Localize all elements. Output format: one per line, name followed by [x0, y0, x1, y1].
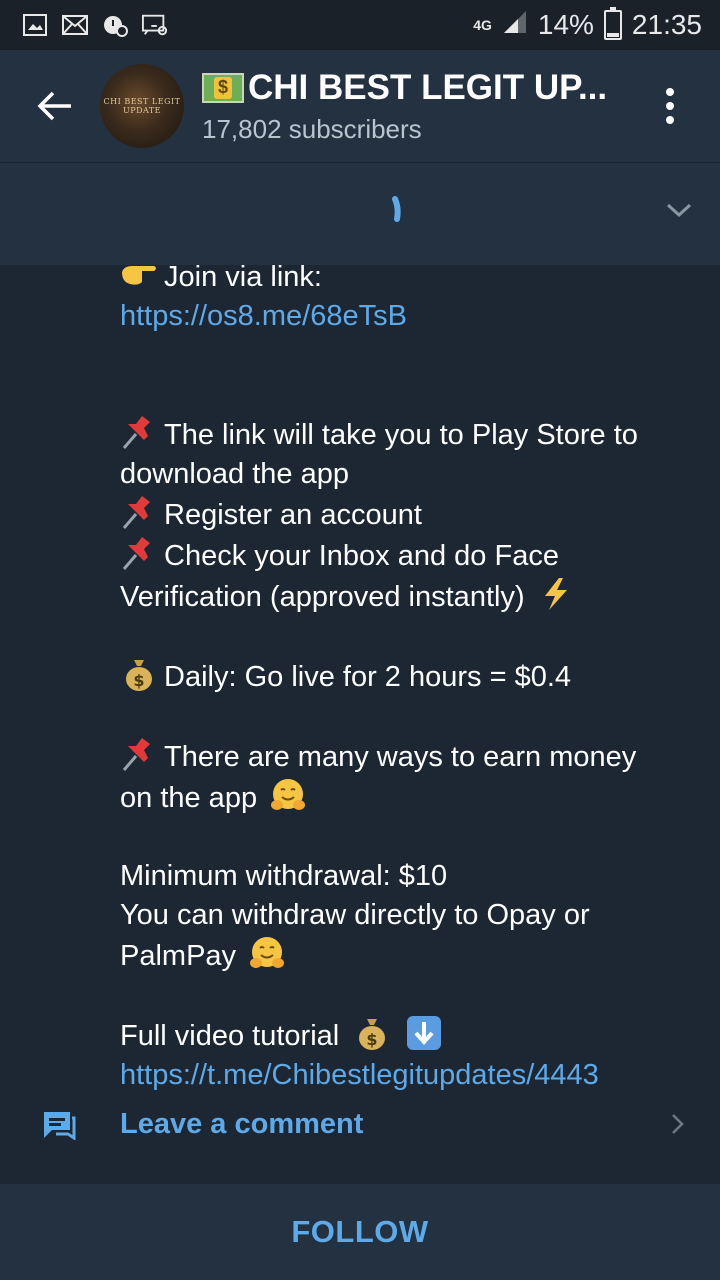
loading-spinner-icon — [392, 196, 401, 222]
chevron-down-icon[interactable] — [664, 200, 694, 220]
pushpin-emoji — [122, 537, 150, 570]
tutorial-line: Full video tutorial $ — [120, 1015, 700, 1056]
status-system-area: 4G 14% 21:35 — [473, 7, 702, 42]
svg-text:$: $ — [367, 1030, 378, 1049]
status-bar: 4G 14% 21:35 — [0, 0, 720, 50]
min-withdrawal-line: Minimum withdrawal: $10 — [120, 860, 448, 892]
clock: 21:35 — [631, 9, 702, 40]
chevron-right-icon — [672, 1114, 684, 1134]
join-line: Join via link: — [120, 256, 700, 297]
leave-comment-row[interactable]: Leave a comment — [0, 1090, 720, 1160]
ways-line: There are many ways to earn money — [120, 736, 700, 777]
withdraw-line-b: PalmPay — [120, 935, 700, 976]
join-link[interactable]: https://os8.me/68eTsB — [120, 297, 700, 336]
withdraw-line: You can withdraw directly to Opay or — [120, 899, 590, 931]
pointing-hand-emoji — [122, 266, 156, 285]
notification-icon — [102, 14, 128, 37]
channel-title-block[interactable]: $ CHI BEST LEGIT UP... 17,802 subscriber… — [202, 68, 640, 145]
image-icon — [22, 14, 48, 36]
money-bag-emoji: $ — [359, 1019, 386, 1050]
step-line-3b: Verification (approved instantly) — [120, 576, 700, 617]
battery-percent: 14% — [537, 9, 594, 40]
channel-header: CHI BEST LEGIT UPDATE $ CHI BEST LEGIT U… — [0, 50, 720, 162]
arrow-left-icon — [37, 91, 71, 121]
subscriber-count: 17,802 subscribers — [202, 113, 422, 144]
daily-line: $ Daily: Go live for 2 hours = $0.4 — [120, 656, 700, 697]
hugging-face-emoji — [271, 779, 306, 810]
signal-icon — [502, 9, 528, 42]
pinned-bar[interactable] — [0, 162, 720, 265]
more-vertical-icon — [666, 88, 674, 96]
battery-icon — [603, 7, 622, 40]
pushpin-emoji — [122, 416, 150, 449]
hugging-face-emoji — [250, 937, 285, 968]
money-bill-emoji: $ — [202, 72, 244, 103]
pushpin-emoji — [122, 738, 150, 771]
avatar-text: CHI BEST LEGIT UPDATE — [103, 97, 181, 115]
step-line-2: Register an account — [120, 494, 700, 535]
pushpin-emoji — [122, 496, 150, 529]
lightning-emoji — [544, 578, 567, 610]
mail-icon — [62, 14, 88, 36]
ways-line-b: on the app — [120, 777, 700, 818]
network-type: 4G — [473, 16, 492, 33]
step-line-3: Check your Inbox and do Face — [120, 535, 700, 576]
cast-icon — [142, 14, 168, 36]
more-menu-button[interactable] — [640, 50, 700, 162]
back-button[interactable] — [0, 50, 110, 162]
status-notification-icons — [22, 14, 168, 37]
follow-button[interactable]: FOLLOW — [291, 1214, 428, 1250]
channel-title-text: CHI BEST LEGIT UP... — [248, 67, 608, 107]
channel-avatar[interactable]: CHI BEST LEGIT UPDATE — [100, 64, 184, 148]
leave-comment-label: Leave a comment — [120, 1108, 364, 1140]
step-line-1b: download the app — [120, 458, 349, 490]
battery-level — [606, 33, 619, 37]
message-text: Join via link: https://os8.me/68eTsB The… — [120, 256, 700, 1095]
step-line-1: The link will take you to Play Store to — [120, 414, 700, 455]
channel-title: $ CHI BEST LEGIT UP... — [202, 68, 640, 108]
comment-icon — [44, 1112, 76, 1140]
svg-text:$: $ — [133, 671, 144, 690]
follow-bar: FOLLOW — [0, 1184, 720, 1280]
money-bag-emoji: $ — [126, 660, 152, 691]
down-arrow-emoji — [407, 1016, 442, 1050]
